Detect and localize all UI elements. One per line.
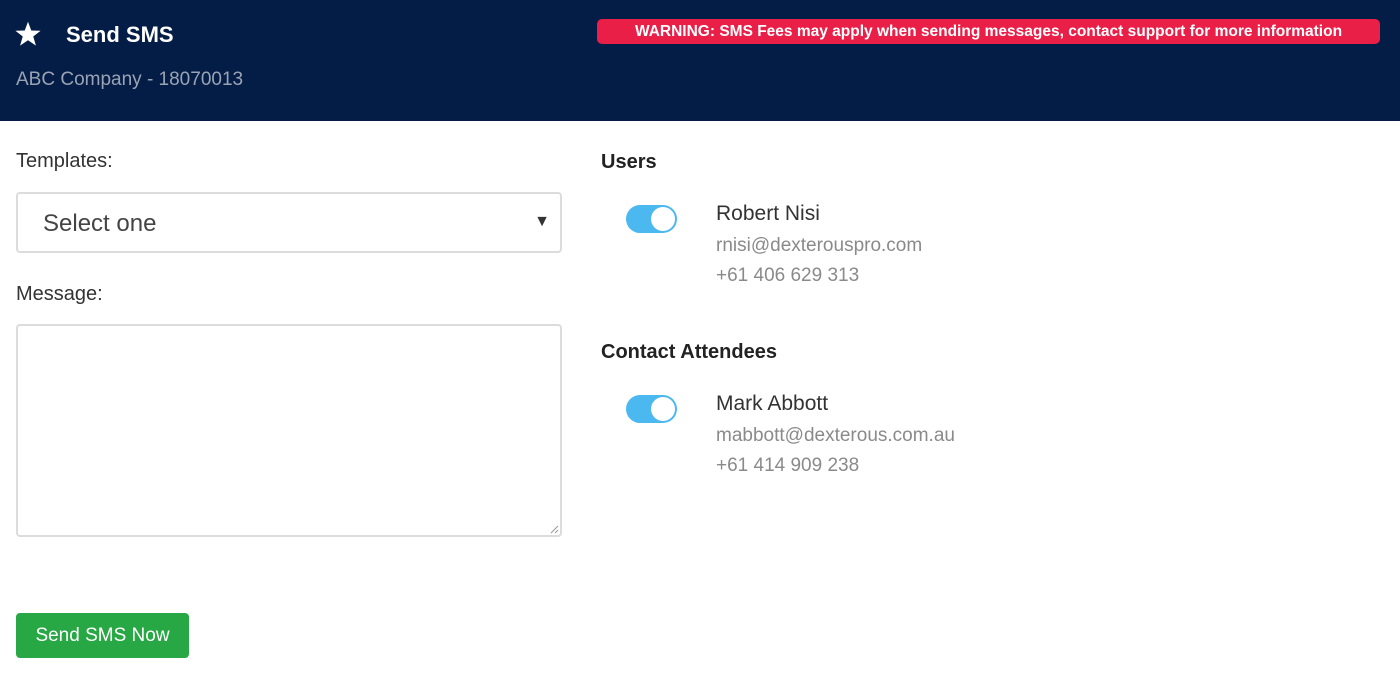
attendees-section-title: Contact Attendees	[601, 341, 777, 363]
users-section-title: Users	[601, 151, 657, 173]
user-phone: +61 406 629 313	[716, 265, 860, 286]
user-name: Robert Nisi	[716, 202, 820, 225]
attendee-name: Mark Abbott	[716, 392, 829, 415]
company-subtitle: ABC Company - 18070013	[16, 69, 244, 90]
header-bar: Send SMS ABC Company - 18070013 WARNING:…	[0, 0, 1400, 121]
toggle-knob	[651, 397, 675, 421]
templates-select[interactable]: Select one ▼	[16, 192, 562, 253]
templates-selected-value: Select one	[43, 210, 157, 237]
attendee-phone: +61 414 909 238	[716, 455, 860, 476]
message-textarea[interactable]	[16, 324, 562, 537]
page-title: Send SMS	[66, 22, 174, 47]
chevron-down-icon: ▼	[534, 213, 550, 230]
attendee-email: mabbott@dexterous.com.au	[716, 425, 955, 446]
warning-badge: WARNING: SMS Fees may apply when sending…	[597, 19, 1380, 44]
user-toggle[interactable]	[626, 205, 677, 233]
send-sms-button[interactable]: Send SMS Now	[16, 613, 189, 658]
attendee-toggle[interactable]	[626, 395, 677, 423]
star-icon	[15, 21, 41, 46]
message-label: Message:	[16, 283, 103, 305]
resize-grip-icon[interactable]	[549, 524, 559, 534]
templates-label: Templates:	[16, 150, 113, 172]
user-email: rnisi@dexterouspro.com	[716, 235, 923, 256]
toggle-knob	[651, 207, 675, 231]
